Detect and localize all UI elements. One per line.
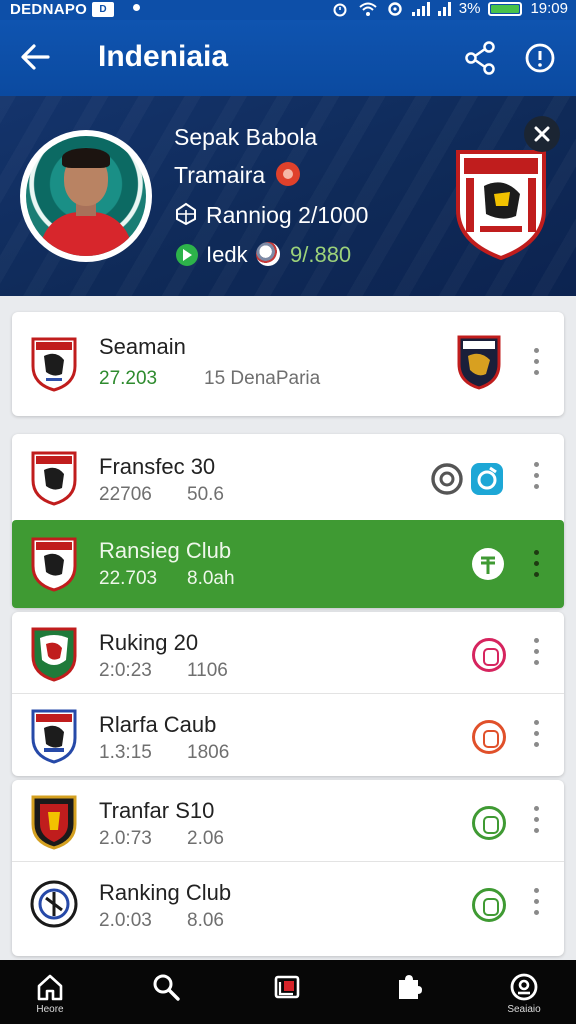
list-item-meta: 22706 (99, 484, 152, 505)
player-score: 9/.880 (290, 242, 352, 267)
list-item-meta2: 15 DenaParia (204, 368, 321, 389)
battery-icon (488, 1, 523, 16)
more-options-icon[interactable] (528, 888, 544, 922)
app-badge-icon: D (92, 2, 114, 17)
list-item-title: Fransfec 30 (99, 454, 216, 479)
bottom-navigation: Heore Seaiaio (0, 960, 576, 1024)
info-icon[interactable] (524, 42, 556, 74)
notification-dot-icon (133, 4, 140, 11)
rank-action-icon[interactable] (472, 638, 506, 672)
more-options-icon[interactable] (528, 550, 544, 584)
sync-icon (388, 1, 402, 16)
player-ranking: Ranniog 2/1000 (206, 202, 369, 228)
list-item-title: Ransieg Club (99, 538, 232, 563)
more-options-icon[interactable] (528, 806, 544, 840)
ranking-icon (176, 202, 196, 226)
club-crest-icon (31, 795, 77, 850)
player-name: Sepak Babola (174, 124, 318, 150)
list-item-meta2: 1806 (187, 742, 230, 763)
profile-header: Sepak Babola Tramaira Ranniog 2/1000 Ied… (0, 96, 576, 296)
nav-home[interactable]: Heore (20, 960, 80, 1024)
nav-home-label: Heore (36, 1004, 64, 1015)
list-item-meta: 2.0:73 (99, 828, 152, 849)
play-icon (176, 244, 198, 266)
app-bar: Indeniaia (0, 20, 576, 96)
list-item-title: Seamain (99, 334, 186, 359)
battery-percent: 3% (458, 0, 481, 17)
list-item-meta: 2:0:23 (99, 660, 152, 681)
nav-settings-label: Seaiaio (507, 1004, 541, 1015)
carrier-label: DEDNAPO (10, 1, 88, 18)
nav-news[interactable] (258, 960, 318, 1024)
more-options-icon[interactable] (528, 348, 544, 382)
wifi-icon (359, 2, 377, 16)
page-title: Indeniaia (98, 40, 229, 73)
club-crest-icon (31, 451, 77, 506)
nav-search[interactable] (136, 960, 196, 1024)
clock: 19:09 (530, 0, 568, 17)
nav-puzzle[interactable] (378, 960, 438, 1024)
featured-card: Seamain 27.203 15 DenaParia (12, 312, 564, 416)
ranking-card: Ruking 20 2:0:23 1106 Rlarfa Caub 1.3:15… (12, 612, 564, 776)
more-options-icon[interactable] (528, 720, 544, 754)
club-crest-icon (31, 537, 77, 592)
list-item-meta: 27.203 (99, 368, 158, 389)
timer-icon[interactable] (430, 462, 464, 496)
list-item[interactable]: Rlarfa Caub 1.3:15 1806 (12, 694, 564, 776)
list-item[interactable]: Seamain 27.203 15 DenaParia (12, 322, 564, 404)
transfer-card: Tranfar S10 2.0:73 2.06 Ranking Club 2.0… (12, 780, 564, 956)
share-icon[interactable] (462, 40, 498, 76)
list-item-selected[interactable]: Ransieg Club 22.703 8.0ah (12, 520, 564, 608)
club-crest-icon (31, 709, 77, 764)
club-crest-icon[interactable] (454, 146, 548, 260)
more-options-icon[interactable] (528, 462, 544, 496)
refresh-icon[interactable] (470, 462, 504, 496)
club-crest-icon (30, 880, 78, 928)
list-item[interactable]: Ruking 20 2:0:23 1106 (12, 612, 564, 694)
opponent-crest-icon[interactable] (456, 334, 502, 390)
list-item-meta: 1.3:15 (99, 742, 152, 763)
list-item-title: Tranfar S10 (99, 798, 215, 823)
list-item-meta: 2.0:03 (99, 910, 152, 931)
club-list-card: Fransfec 30 22706 50.6 Ransieg Club 22.7… (12, 434, 564, 608)
close-icon[interactable] (524, 116, 560, 152)
rank-action-icon[interactable] (472, 720, 506, 754)
settings-icon (510, 973, 538, 1001)
puzzle-icon (399, 975, 422, 999)
transfer-action-icon[interactable] (472, 888, 506, 922)
club-crest-icon (31, 337, 77, 392)
list-item-meta2: 50.6 (187, 484, 224, 505)
player-role: Tramaira (174, 162, 266, 188)
more-options-icon[interactable] (528, 638, 544, 672)
list-item[interactable]: Ranking Club 2.0:03 8.06 (12, 862, 564, 944)
currency-icon[interactable] (470, 546, 506, 582)
nav-settings[interactable]: Seaiaio (494, 960, 554, 1024)
search-icon (153, 974, 180, 1001)
list-item-meta2: 2.06 (187, 828, 224, 849)
transfer-action-icon[interactable] (472, 806, 506, 840)
back-arrow-icon[interactable] (18, 40, 52, 74)
news-icon (274, 975, 300, 999)
list-item-meta2: 8.06 (187, 910, 224, 931)
signal-2-icon (437, 1, 451, 16)
list-item-title: Ranking Club (99, 880, 232, 905)
role-badge-icon (276, 162, 300, 186)
list-item[interactable]: Tranfar S10 2.0:73 2.06 (12, 780, 564, 862)
lock-label: Iedk (206, 242, 248, 267)
list-item-meta2: 8.0ah (187, 568, 235, 589)
status-bar: DEDNAPO D 3% 19:09 (0, 0, 576, 20)
club-crest-icon (31, 627, 77, 682)
home-icon (37, 974, 63, 1001)
signal-icon (411, 1, 430, 16)
list-item[interactable]: Fransfec 30 22706 50.6 (12, 436, 564, 518)
football-icon (256, 242, 280, 266)
list-item-title: Rlarfa Caub (99, 712, 217, 737)
avatar[interactable] (20, 130, 152, 262)
list-item-meta2: 1106 (187, 660, 228, 681)
alarm-icon (333, 3, 347, 16)
list-item-title: Ruking 20 (99, 630, 199, 655)
list-item-meta: 22.703 (99, 568, 158, 589)
